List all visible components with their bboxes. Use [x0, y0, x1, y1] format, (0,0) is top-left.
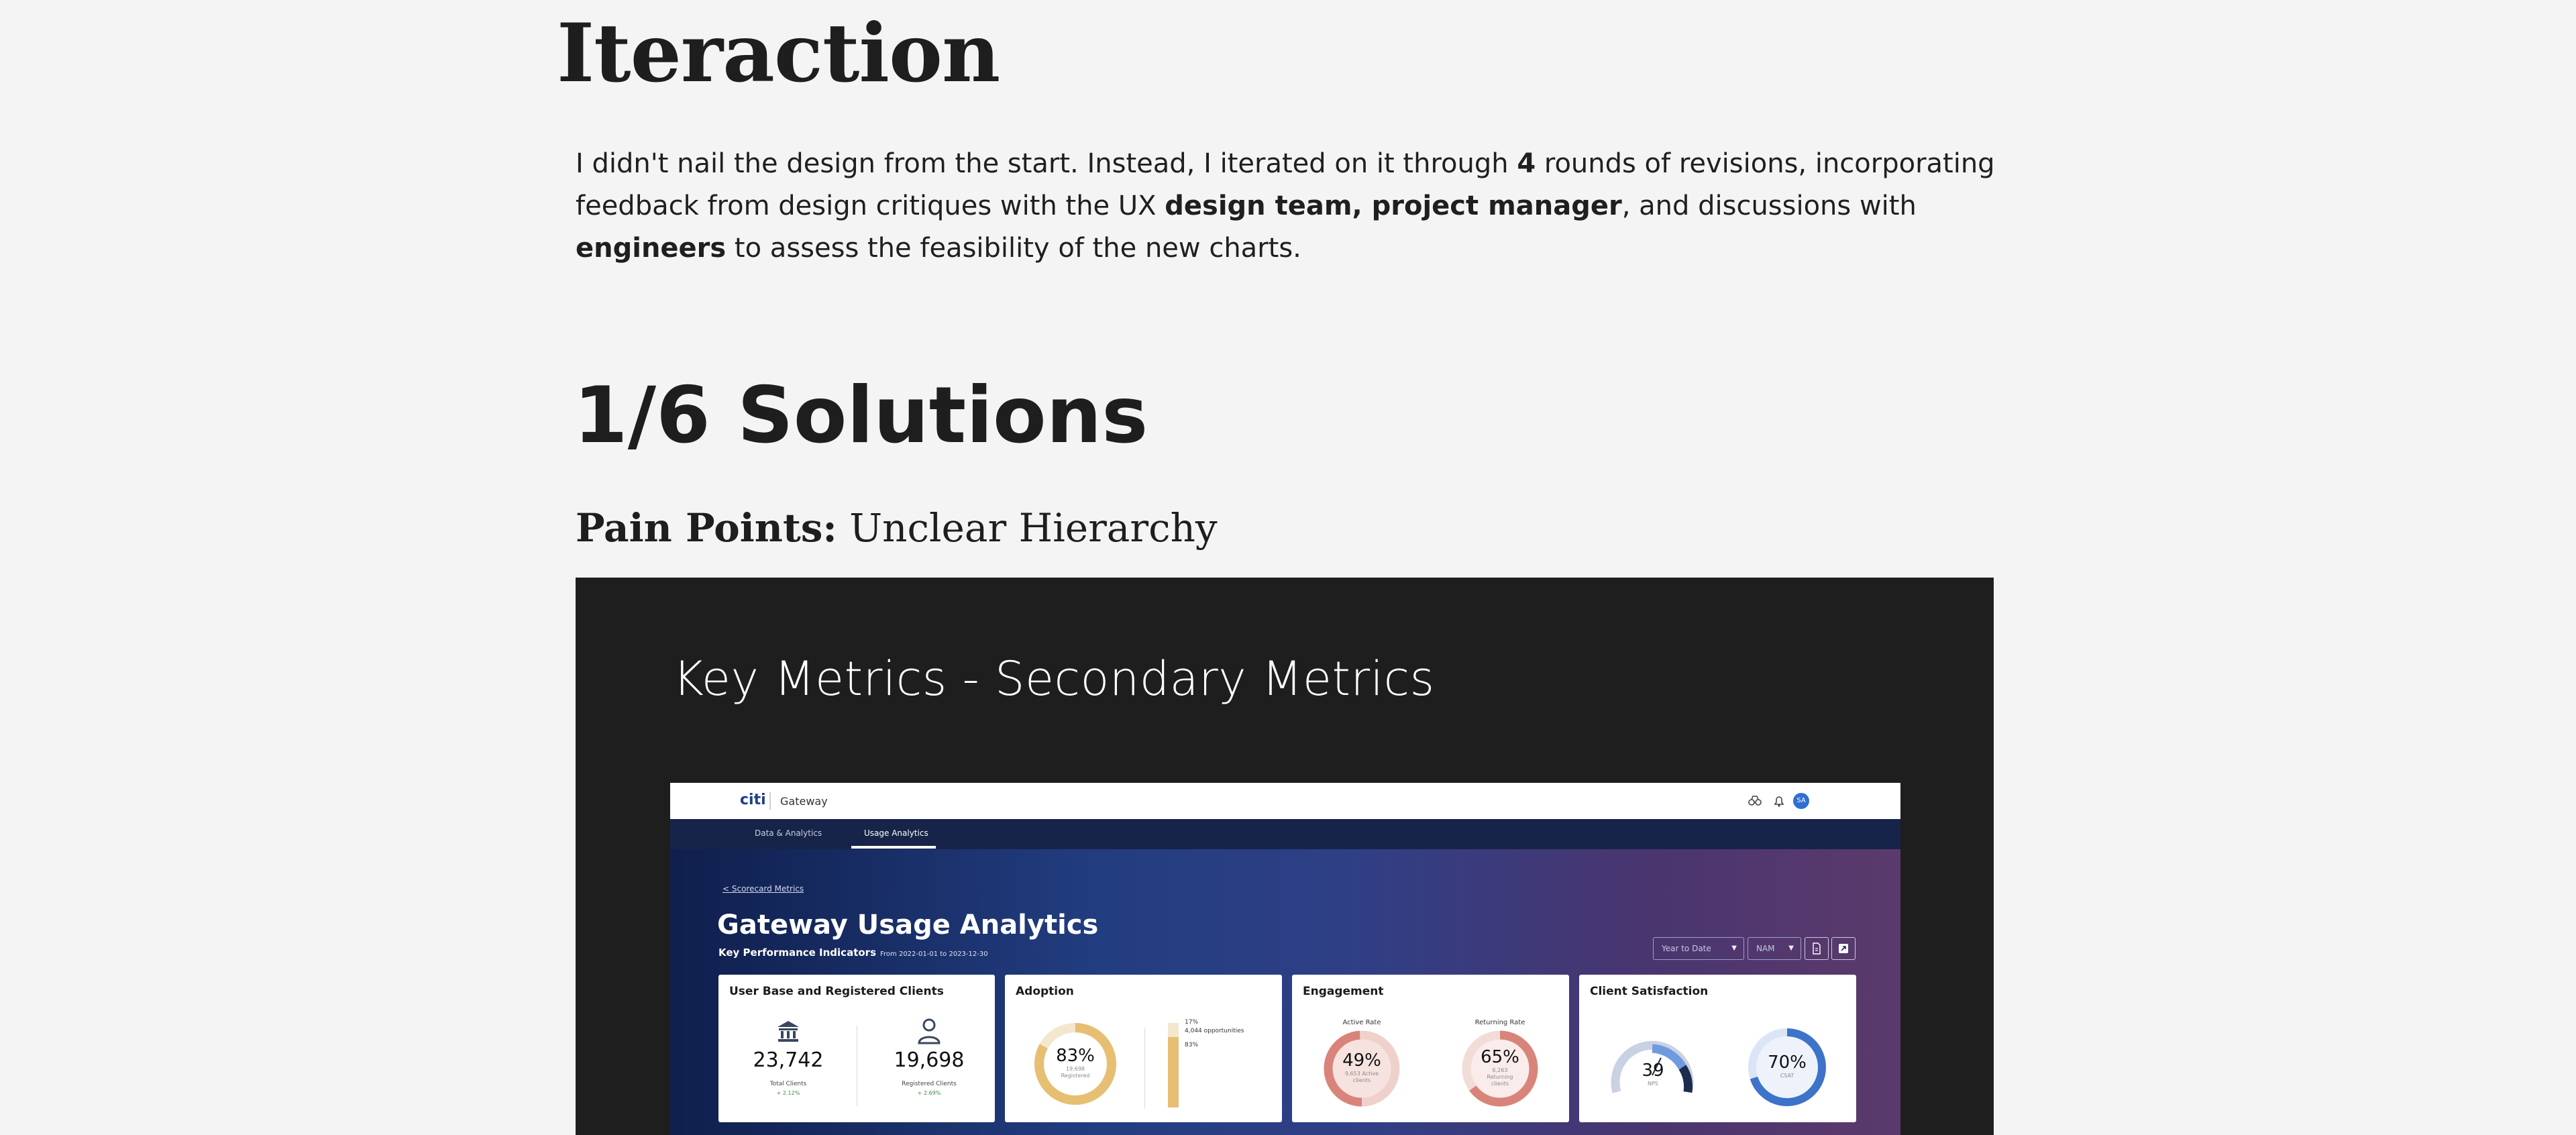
adoption-bar-bottom: 83% [1185, 1042, 1199, 1048]
active-rate-pct: 49% [1342, 1050, 1381, 1071]
kpi-date-range: From 2022-01-01 to 2023-12-30 [880, 951, 988, 958]
pain-points: Pain Points: Unclear Hierarchy [576, 504, 1218, 551]
period-select[interactable]: Year to Date ▼ [1653, 937, 1744, 960]
returning-rate-pct: 65% [1481, 1047, 1519, 1067]
section-title: 1/6 Solutions [574, 370, 1148, 461]
adoption-bar-track [1168, 1023, 1179, 1107]
card-title: Client Satisfaction [1590, 985, 1709, 998]
back-link[interactable]: < Scorecard Metrics [722, 884, 804, 894]
bank-icon [777, 1021, 799, 1042]
download-button[interactable] [1805, 937, 1829, 960]
bell-icon[interactable] [1770, 792, 1788, 810]
returning-rate-sub2: Returning [1487, 1074, 1513, 1080]
csat-pct: 70% [1768, 1052, 1807, 1073]
tab-usage-analytics[interactable]: Usage Analytics [864, 828, 928, 838]
region-select[interactable]: NAM ▼ [1748, 937, 1801, 960]
expand-icon [1839, 944, 1848, 953]
active-rate-sub2: clients [1352, 1077, 1371, 1083]
csat-text: 70% CSAT [1747, 1052, 1827, 1079]
active-rate-label: Active Rate [1342, 1019, 1381, 1026]
pain-points-value: Unclear Hierarchy [837, 505, 1218, 551]
page-heading: Iteraction [557, 6, 1000, 101]
adoption-ring-pct: 83% [1056, 1046, 1095, 1066]
returning-rate-sub3: clients [1491, 1081, 1509, 1087]
adoption-ring-text: 83% 19,698 Registered [1035, 1046, 1116, 1079]
nps-value: 39 [1642, 1061, 1664, 1081]
active-rate-text: 49% 9,653 Active clients [1322, 1050, 1402, 1084]
adoption-card[interactable]: Adoption 83% 19,698 Registered 17% 4,044… [1005, 975, 1282, 1122]
dashboard-title: Gateway Usage Analytics [717, 910, 1099, 940]
card-title: Adoption [1016, 985, 1074, 998]
app-topbar: citi Gateway SA [670, 783, 1900, 819]
active-rate-sub1: 9,653 Active [1344, 1071, 1379, 1077]
pain-points-label: Pain Points: [576, 505, 837, 551]
showcase-panel: Key Metrics - Secondary Metrics citi Gat… [576, 578, 1994, 1135]
card-title: User Base and Registered Clients [729, 985, 944, 998]
intro-paragraph: I didn't nail the design from the start.… [576, 148, 1995, 264]
binoculars-icon[interactable] [1746, 792, 1764, 810]
adoption-ring-sub1: 19,698 [1066, 1066, 1085, 1072]
card-title: Engagement [1303, 985, 1384, 998]
registered-clients-label: Registered Clients [902, 1081, 957, 1087]
dashboard-screenshot: citi Gateway SA Data & Analytics Usage A… [670, 783, 1900, 1135]
adoption-bar-fill [1168, 1037, 1179, 1107]
user-icon [918, 1018, 941, 1044]
kpi-heading: Key Performance Indicators From 2022-01-0… [718, 947, 988, 959]
csat-label: CSAT [1780, 1073, 1794, 1079]
logo-divider [769, 792, 771, 810]
engagement-card[interactable]: Engagement Active Rate 49% 9,653 Active … [1292, 975, 1569, 1122]
adoption-bar-top: 17% [1185, 1019, 1199, 1026]
citi-logo[interactable]: citi [740, 792, 766, 808]
total-clients-delta: + 2.12% [776, 1090, 800, 1096]
nps-label: NPS [1648, 1081, 1658, 1087]
panel-title: Key Metrics - Secondary Metrics [673, 651, 1435, 706]
user-base-card[interactable]: User Base and Registered Clients 23,742 … [718, 975, 995, 1122]
returning-rate-label: Returning Rate [1474, 1019, 1525, 1026]
card-divider [1144, 1028, 1145, 1109]
active-tab-indicator [851, 846, 936, 849]
total-clients-label: Total Clients [769, 1081, 807, 1087]
adoption-ring-sub2: Registered [1061, 1073, 1090, 1079]
tab-data-analytics[interactable]: Data & Analytics [755, 828, 822, 838]
adoption-bar-top-sub: 4,044 opportunities [1185, 1028, 1244, 1034]
app-tabbar: Data & Analytics Usage Analytics [670, 819, 1900, 849]
client-satisfaction-card[interactable]: Client Satisfaction 39 NPS 70% CSAT [1579, 975, 1856, 1122]
registered-clients-value: 19,698 [894, 1048, 965, 1072]
registered-clients-delta: + 2.69% [917, 1090, 941, 1096]
total-clients-value: 23,742 [753, 1048, 824, 1072]
avatar[interactable]: SA [1793, 793, 1809, 809]
nps-text: 39 NPS [1613, 1061, 1693, 1087]
dashboard-body: < Scorecard Metrics Gateway Usage Analyt… [670, 849, 1900, 1135]
product-name: Gateway [780, 795, 828, 808]
expand-button[interactable] [1831, 937, 1856, 960]
returning-rate-sub1: 6,263 [1492, 1067, 1508, 1073]
returning-rate-text: 65% 6,263 Returning clients [1460, 1047, 1540, 1087]
download-icon [1813, 942, 1821, 955]
